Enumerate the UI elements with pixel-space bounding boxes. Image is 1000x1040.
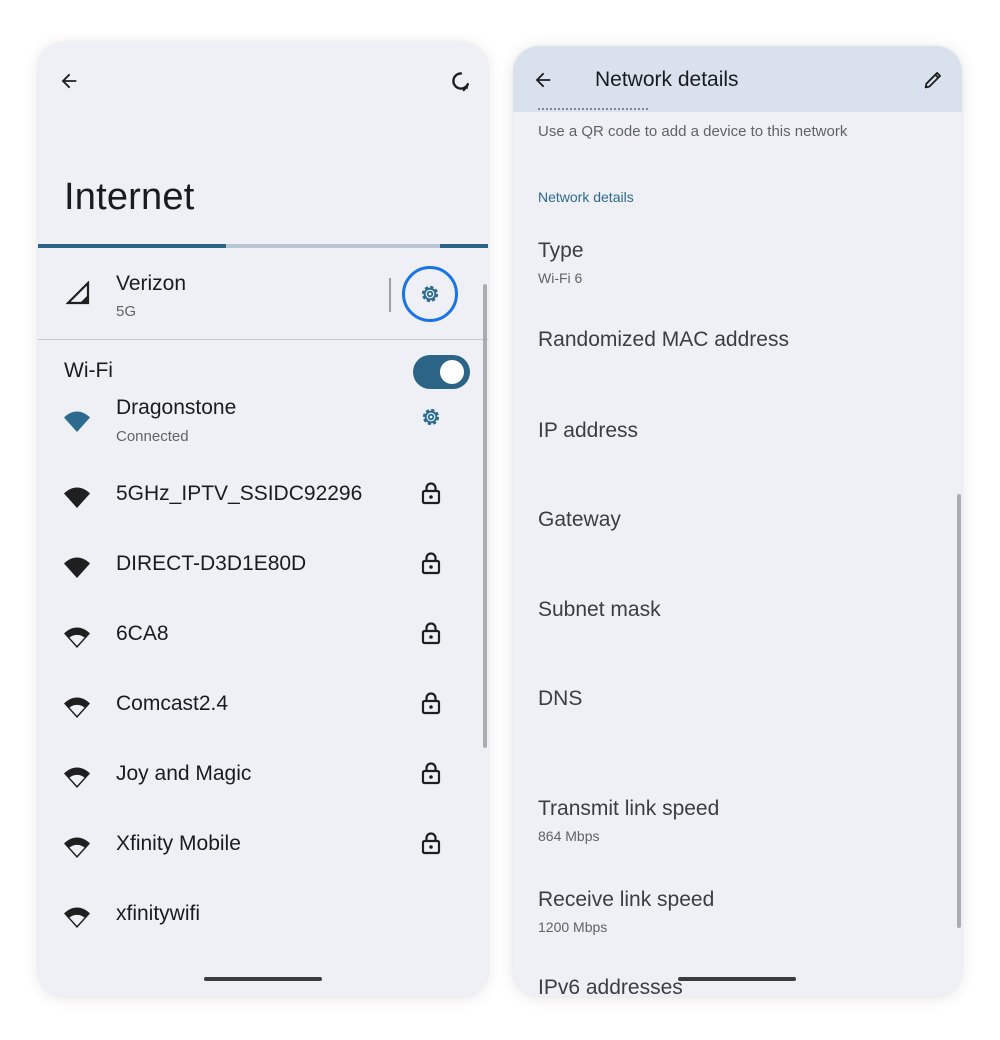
wifi-icon xyxy=(63,907,91,934)
wifi-icon xyxy=(63,767,91,794)
detail-label: Receive link speed xyxy=(538,888,715,911)
app-bar-title: Network details xyxy=(595,68,739,91)
detail-label: Subnet mask xyxy=(538,598,661,621)
network-status: Connected xyxy=(116,428,189,445)
mobile-network-type: 5G xyxy=(116,303,137,320)
wifi-icon xyxy=(63,557,91,584)
wifi-icon xyxy=(63,411,91,438)
network-name: 5GHz_IPTV_SSIDC92296 xyxy=(116,482,363,505)
page-title: Internet xyxy=(64,176,195,218)
detail-label: DNS xyxy=(538,687,583,710)
network-name: Xfinity Mobile xyxy=(116,832,241,855)
cell-signal-icon xyxy=(66,281,90,305)
detail-label: Randomized MAC address xyxy=(538,328,789,351)
reset-network-button[interactable] xyxy=(445,66,477,96)
section-divider xyxy=(38,339,488,340)
network-name: Comcast2.4 xyxy=(116,692,229,715)
mobile-settings-button[interactable] xyxy=(402,266,458,322)
gear-icon xyxy=(421,285,439,303)
wifi-icon xyxy=(63,837,91,864)
wifi-network-row[interactable]: Comcast2.4 xyxy=(38,675,478,737)
wifi-icon xyxy=(63,487,91,514)
arrow-back-icon xyxy=(61,73,77,89)
row-divider xyxy=(389,278,391,312)
app-bar: Network details xyxy=(513,46,962,112)
wifi-network-row[interactable]: DIRECT-D3D1E80D xyxy=(38,535,478,597)
wifi-network-row[interactable]: Joy and Magic xyxy=(38,745,478,807)
network-name: xfinitywifi xyxy=(116,902,201,925)
network-lock xyxy=(416,688,446,718)
network-name: 6CA8 xyxy=(116,622,169,645)
back-button[interactable] xyxy=(54,66,84,96)
network-lock xyxy=(416,758,446,788)
network-lock xyxy=(416,618,446,648)
pencil-icon xyxy=(924,72,941,89)
lock-icon xyxy=(420,831,442,855)
detail-label: Gateway xyxy=(538,508,621,531)
internet-screen: Internet Verizon 5G Wi-Fi Dragonstone Con… xyxy=(38,42,488,996)
network-name: Joy and Magic xyxy=(116,762,252,785)
detail-label: IP address xyxy=(538,419,639,442)
home-indicator xyxy=(678,977,796,981)
detail-value: Wi-Fi 6 xyxy=(538,270,583,286)
lock-icon xyxy=(420,761,442,785)
network-details-screen: Network details Use a QR code to add a d… xyxy=(513,46,962,996)
wifi-network-row[interactable]: Dragonstone Connected xyxy=(38,378,478,458)
wifi-network-row[interactable]: Xfinity Mobile xyxy=(38,815,478,877)
home-indicator xyxy=(204,977,322,981)
lock-icon xyxy=(420,551,442,575)
wifi-network-row[interactable]: 5GHz_IPTV_SSIDC92296 xyxy=(38,465,478,527)
network-settings-button[interactable] xyxy=(416,402,446,432)
network-lock xyxy=(416,478,446,508)
scrollbar[interactable] xyxy=(957,494,961,928)
mobile-network-row[interactable]: Verizon 5G xyxy=(38,248,488,340)
lock-icon xyxy=(420,621,442,645)
gear-icon xyxy=(419,405,443,429)
network-name: DIRECT-D3D1E80D xyxy=(116,552,307,575)
detail-value: 864 Mbps xyxy=(538,828,600,844)
detail-value: 1200 Mbps xyxy=(538,919,608,935)
scrollbar[interactable] xyxy=(483,284,487,748)
detail-label: Transmit link speed xyxy=(538,797,720,820)
wifi-icon xyxy=(63,697,91,724)
scrolled-row-edge xyxy=(538,108,648,114)
detail-label: Type xyxy=(538,239,584,262)
wifi-icon xyxy=(63,627,91,654)
detail-label: IPv6 addresses xyxy=(538,976,683,996)
network-lock xyxy=(416,548,446,578)
wifi-network-row[interactable]: xfinitywifi xyxy=(38,885,478,947)
share-hint: Use a QR code to add a device to this ne… xyxy=(538,123,848,140)
back-button[interactable] xyxy=(528,65,558,95)
section-header: Network details xyxy=(538,189,634,205)
network-name: Dragonstone xyxy=(116,396,237,419)
arrow-back-icon xyxy=(535,72,551,88)
reset-icon xyxy=(452,72,470,92)
lock-icon xyxy=(420,691,442,715)
mobile-network-name: Verizon xyxy=(116,272,187,295)
edit-button[interactable] xyxy=(918,65,948,95)
lock-icon xyxy=(420,481,442,505)
wifi-network-row[interactable]: 6CA8 xyxy=(38,605,478,667)
network-lock xyxy=(416,828,446,858)
